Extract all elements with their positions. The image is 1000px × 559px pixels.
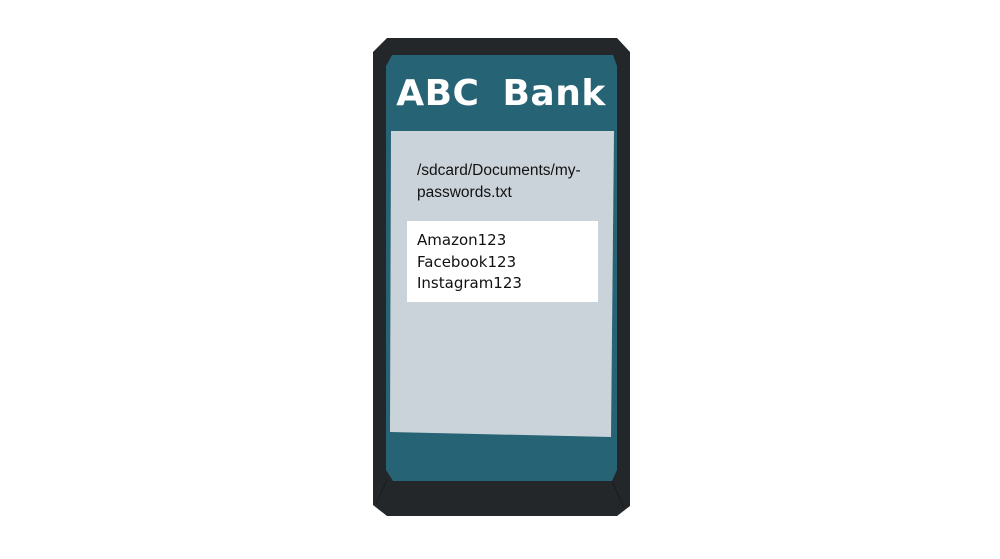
file-path-text: /sdcard/Documents/my-passwords.txt [417,162,581,201]
app-title: ABC Bank [396,72,606,114]
illustration-stage: ABC Bank /sdcard/Documents/my-passwords.… [0,0,1000,559]
file-content-line: Facebook123 [417,252,517,271]
file-content-box: Amazon123 Facebook123 Instagram123 [407,221,598,302]
file-content-line: Instagram123 [417,274,522,292]
file-content-line: Amazon123 [417,231,507,249]
